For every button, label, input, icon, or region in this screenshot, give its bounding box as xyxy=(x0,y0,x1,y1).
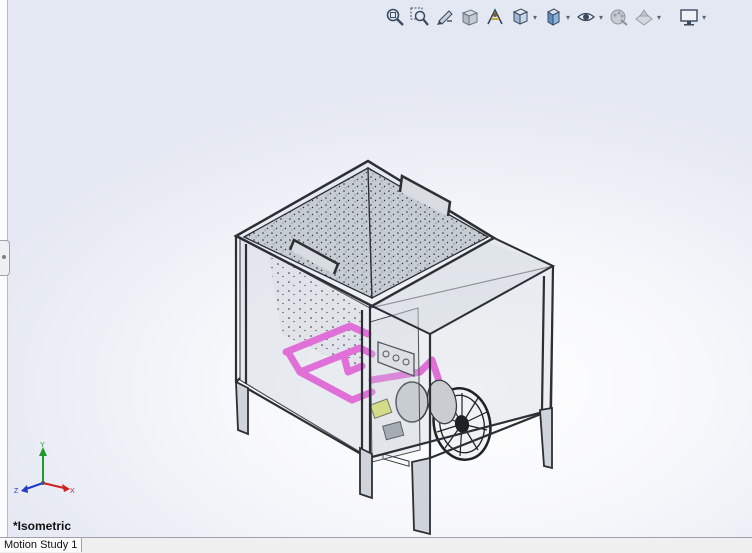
reference-triad: Y Z X xyxy=(14,442,75,495)
graphics-area[interactable]: ▾ ▾ ▾ ▾ ▾ Y Z X *Isometric xyxy=(0,0,752,538)
cad-model[interactable] xyxy=(0,0,752,538)
front-right-glass xyxy=(369,307,421,463)
view-orientation-label: *Isometric xyxy=(13,519,72,533)
bottom-tab-bar: Motion Study 1 xyxy=(0,537,752,553)
triad-z-label: Z xyxy=(14,488,19,495)
triad-x-label: X xyxy=(70,488,75,495)
tab-motion-study-1[interactable]: Motion Study 1 xyxy=(0,538,83,552)
triad-y-label: Y xyxy=(40,442,45,449)
